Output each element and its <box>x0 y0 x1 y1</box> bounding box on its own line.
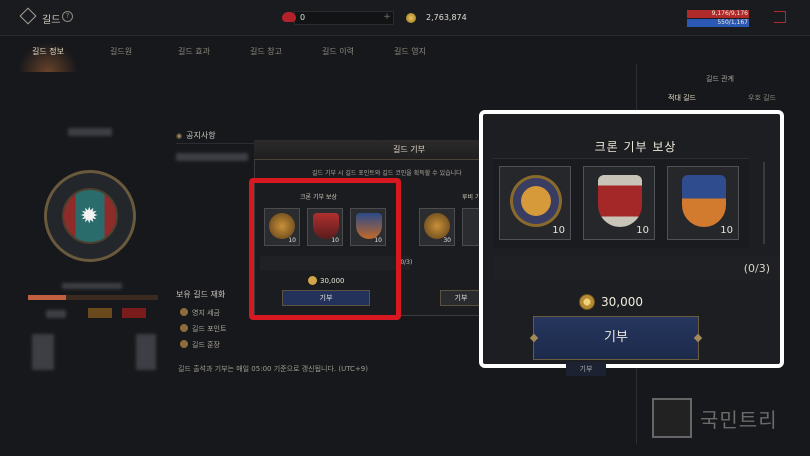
tab-guild-info[interactable]: 길드 정보 <box>32 46 64 57</box>
guild-rank-badge <box>88 308 112 318</box>
zoom-cost: 30,000 <box>601 295 643 309</box>
underlying-donate-button[interactable]: 기부 <box>566 362 606 376</box>
help-icon[interactable]: ? <box>62 11 73 22</box>
winged-shield-icon <box>598 175 642 227</box>
tab-hostile-guilds[interactable]: 적대 길드 <box>668 93 696 103</box>
zoom-donate-label: 기부 <box>604 330 628 345</box>
notice-text-blurred <box>176 153 248 161</box>
button-ornament-left <box>529 333 539 343</box>
tab-guild-territory[interactable]: 길드 영지 <box>394 46 426 57</box>
zoom-reward-slot[interactable]: 10 <box>499 166 571 240</box>
zoom-inset: 크론 기부 보상 10 10 10 (0/3) 30,000 기부 <box>479 110 784 368</box>
zoom-progress-text: (0/3) <box>743 262 770 275</box>
zoom-scrollbar[interactable] <box>763 162 765 244</box>
guild-level-blurred <box>62 283 122 289</box>
reset-footnote: 길드 출석과 기부는 매일 05:00 기준으로 갱신됩니다. (UTC+9) <box>178 365 368 373</box>
item-count: 30 <box>443 237 451 244</box>
zoom-progress-row <box>493 256 780 280</box>
guild-stat-blurred <box>46 310 66 318</box>
zoom-section-title: 크론 기부 보상 <box>594 140 677 154</box>
medal-icon <box>510 175 562 227</box>
item-count: 10 <box>720 225 733 236</box>
asset-label: 영지 세금 <box>192 309 220 317</box>
item-count: 10 <box>552 225 565 236</box>
top-bar <box>0 0 810 36</box>
medal-icon <box>180 340 188 348</box>
highlight-box <box>249 178 401 320</box>
watermark-logo <box>652 398 692 438</box>
medal-icon <box>424 213 450 239</box>
button-ornament-right <box>693 333 703 343</box>
tab-friendly-guilds[interactable]: 우호 길드 <box>748 93 776 103</box>
guild-member-count-blurred <box>136 334 156 370</box>
notice-heading: 공지사항 <box>176 130 215 141</box>
item-count: 10 <box>636 225 649 236</box>
tab-guild-storage[interactable]: 길드 창고 <box>250 46 282 57</box>
guild-assets-heading: 보유 길드 재화 <box>176 290 226 299</box>
ruby-icon <box>282 12 296 22</box>
cron-coin-icon <box>579 294 595 310</box>
reward-item-slot[interactable]: 30 <box>419 208 455 246</box>
ruby-count: 0 <box>300 13 306 22</box>
zoom-reward-slot[interactable]: 10 <box>667 166 739 240</box>
asset-label: 길드 훈장 <box>192 341 220 349</box>
asset-label: 길드 포인트 <box>192 325 227 333</box>
zoom-donate-button[interactable]: 기부 <box>529 316 703 360</box>
emblem-star-icon: ✹ <box>80 204 99 229</box>
asset-guild-points: 길드 포인트 <box>180 324 226 334</box>
guild-xp-fill <box>28 295 66 300</box>
watermark-text: 국민트리 <box>700 408 778 432</box>
exit-icon[interactable] <box>774 11 786 23</box>
tab-guild-effects[interactable]: 길드 효과 <box>178 46 210 57</box>
guild-war-badge <box>122 308 146 318</box>
guild-name-blurred <box>68 128 112 136</box>
page-title: 길드 <box>42 15 61 26</box>
points-icon <box>180 324 188 332</box>
asset-guild-medal: 길드 훈장 <box>180 340 220 350</box>
guild-leader-blurred <box>32 334 54 370</box>
tab-guild-members[interactable]: 길드원 <box>110 46 132 57</box>
asset-territory-tax: 영지 세금 <box>180 308 220 318</box>
mp-value: 550/1,167 <box>717 19 748 26</box>
ruby-currency-bar <box>294 11 394 25</box>
tab-bar: 길드 정보 길드원 길드 효과 길드 창고 길드 이력 길드 영지 <box>0 38 810 64</box>
tax-icon <box>180 308 188 316</box>
add-ruby-button[interactable]: + <box>380 11 394 25</box>
ruby-donate-button[interactable]: 기부 <box>440 290 482 306</box>
zoom-reward-slot[interactable]: 10 <box>583 166 655 240</box>
cron-coin-count: 2,763,874 <box>426 13 467 22</box>
hp-value: 9,176/9,176 <box>711 10 748 17</box>
tab-guild-history[interactable]: 길드 이력 <box>322 46 354 57</box>
cron-coin-icon <box>406 13 416 23</box>
guild-relations-heading: 길드 관계 <box>706 75 734 83</box>
donation-description: 길드 기부 시 길드 포인트와 길드 코인을 획득할 수 있습니다 <box>312 170 462 177</box>
crest-icon <box>682 175 726 227</box>
